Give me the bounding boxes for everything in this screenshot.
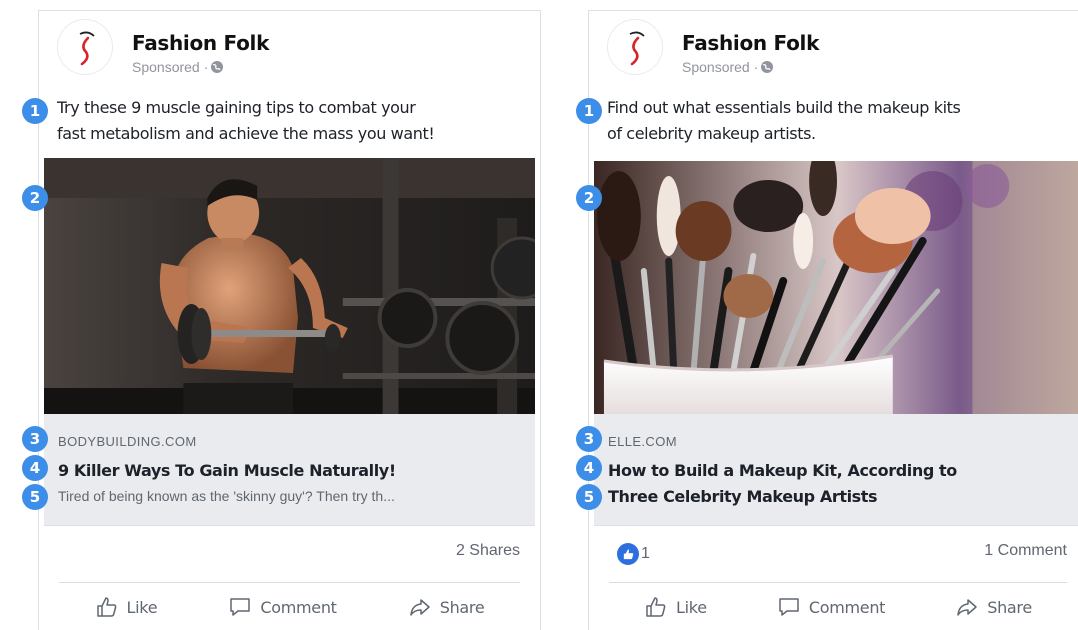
like-reaction-icon xyxy=(617,543,639,565)
link-title-line: Three Celebrity Makeup Artists xyxy=(608,487,878,506)
page-name[interactable]: Fashion Folk xyxy=(132,31,269,55)
marker-2: 2 xyxy=(22,185,48,211)
link-preview[interactable]: BODYBUILDING.COM 9 Killer Ways To Gain M… xyxy=(44,414,535,526)
share-label: Share xyxy=(439,597,485,617)
link-description: Tired of being known as the 'skinny guy'… xyxy=(58,488,395,504)
page-avatar[interactable] xyxy=(57,19,113,75)
post-text-line: Try these 9 muscle gaining tips to comba… xyxy=(57,98,416,117)
thumbs-up-icon xyxy=(646,597,666,617)
link-domain: BODYBUILDING.COM xyxy=(58,434,197,449)
post-text-line: of celebrity makeup artists. xyxy=(607,124,816,143)
share-button[interactable]: Share xyxy=(408,595,485,619)
share-button[interactable]: Share xyxy=(955,595,1032,619)
comments-count[interactable]: 1 Comment xyxy=(984,542,1067,560)
link-title[interactable]: 9 Killer Ways To Gain Muscle Naturally! xyxy=(58,458,498,484)
ad-card-bodybuilding: Fashion Folk Sponsored · Try these 9 mus… xyxy=(38,10,541,630)
sponsored-label: Sponsored · xyxy=(132,59,224,75)
marker-3: 3 xyxy=(22,426,48,452)
link-preview[interactable]: ELLE.COM How to Build a Makeup Kit, Acco… xyxy=(594,414,1078,526)
sponsored-label: Sponsored · xyxy=(682,59,774,75)
shares-count[interactable]: 2 Shares xyxy=(456,542,520,560)
link-title[interactable]: How to Build a Makeup Kit, According to … xyxy=(608,458,1048,510)
sponsored-text: Sponsored · xyxy=(132,59,209,75)
fashion-folk-logo-icon xyxy=(79,31,95,66)
sponsored-text: Sponsored · xyxy=(682,59,759,75)
comment-label: Comment xyxy=(808,597,886,617)
globe-icon xyxy=(211,61,224,73)
share-icon xyxy=(409,599,430,616)
marker-5: 5 xyxy=(576,484,602,510)
like-label: Like xyxy=(676,597,707,617)
fashion-folk-logo-icon xyxy=(629,31,645,66)
marker-1: 1 xyxy=(576,98,602,124)
thumbs-up-icon xyxy=(623,548,633,559)
engagement-stats: 2 Shares xyxy=(59,538,520,566)
divider xyxy=(59,582,520,583)
makeup-brushes-photo xyxy=(594,161,1078,414)
post-text-line: fast metabolism and achieve the mass you… xyxy=(57,124,435,143)
comment-button[interactable]: Comment xyxy=(777,595,885,619)
thumbs-up-icon xyxy=(96,597,116,617)
marker-3: 3 xyxy=(576,426,602,452)
reaction-summary[interactable]: 1 xyxy=(617,543,650,565)
share-label: Share xyxy=(987,597,1032,617)
marker-2: 2 xyxy=(576,185,602,211)
comment-icon xyxy=(230,598,251,616)
link-domain: ELLE.COM xyxy=(608,434,677,449)
ad-image[interactable] xyxy=(44,158,535,414)
like-button[interactable]: Like xyxy=(644,595,707,619)
globe-icon xyxy=(761,61,774,73)
action-bar: Like Comment Share xyxy=(59,589,520,625)
marker-5: 5 xyxy=(22,484,48,510)
marker-4: 4 xyxy=(576,455,602,481)
engagement-stats: 1 1 Comment xyxy=(609,538,1067,566)
marker-4: 4 xyxy=(22,455,48,481)
post-header: Fashion Folk Sponsored · xyxy=(607,19,1047,79)
page-name[interactable]: Fashion Folk xyxy=(682,31,819,55)
page-avatar[interactable] xyxy=(607,19,663,75)
post-text: Find out what essentials build the makeu… xyxy=(607,95,1077,147)
like-label: Like xyxy=(126,597,158,617)
post-header: Fashion Folk Sponsored · xyxy=(57,19,497,79)
divider xyxy=(609,582,1067,583)
marker-1: 1 xyxy=(22,98,48,124)
post-text-line: Find out what essentials build the makeu… xyxy=(607,98,961,117)
post-text: Try these 9 muscle gaining tips to comba… xyxy=(57,95,527,147)
like-button[interactable]: Like xyxy=(95,595,158,619)
comment-label: Comment xyxy=(260,597,337,617)
ad-image[interactable] xyxy=(594,161,1078,414)
link-title-line: How to Build a Makeup Kit, According to xyxy=(608,461,957,480)
comment-icon xyxy=(779,598,799,616)
comment-button[interactable]: Comment xyxy=(228,595,337,619)
bodybuilder-dumbbell-photo xyxy=(44,158,535,414)
share-icon xyxy=(957,599,977,616)
ad-card-makeup: Fashion Folk Sponsored · Find out what e… xyxy=(588,10,1078,630)
action-bar: Like Comment Share xyxy=(609,589,1067,625)
like-count: 1 xyxy=(641,545,650,562)
